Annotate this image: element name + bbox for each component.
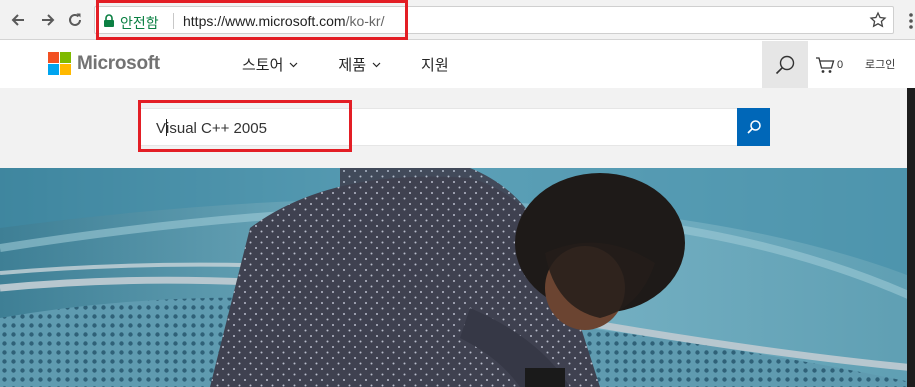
nav-item-support[interactable]: 지원 [421,54,449,75]
menu-icon[interactable] [903,12,915,30]
search-icon [746,120,761,134]
nav-item-label: 스토어 [242,56,284,74]
search-submit-button[interactable] [737,108,770,146]
shopping-cart-icon [816,57,835,73]
page-edge [907,88,915,387]
microsoft-logo[interactable]: Microsoft [48,52,160,75]
cart-count: 0 [837,59,844,71]
search-band: Visual C++ 2005 [0,88,915,168]
address-bar[interactable]: 안전함 https://www.microsoft.com/ko-kr/ [94,6,894,34]
chevron-down-icon [372,62,381,67]
hero-photo [0,168,915,387]
lock-icon [104,14,114,27]
secure-label: 안전함 [120,16,159,32]
chevron-down-icon [289,62,298,67]
nav-item-label: 지원 [421,56,449,74]
microsoft-logo-icon [48,52,71,75]
forward-button[interactable] [36,8,60,32]
nav-item-label: 제품 [338,56,367,74]
header-search-button[interactable] [762,41,808,88]
sign-in-link[interactable]: 로그인 [865,56,895,72]
omnibox-divider [173,13,174,29]
hero-image [0,168,915,387]
bookmark-star-icon[interactable] [869,11,887,29]
nav-item-products[interactable]: 제품 [338,54,381,75]
url-text[interactable]: https://www.microsoft.com/ko-kr/ [183,13,384,29]
search-input[interactable]: Visual C++ 2005 [140,108,738,146]
browser-toolbar: 안전함 https://www.microsoft.com/ko-kr/ [0,0,915,40]
search-text-after-caret: isual C++ 2005 [166,120,267,137]
cart-button[interactable]: 0 [815,56,843,74]
primary-nav: 스토어 제품 지원 [242,54,489,75]
url-path: /ko-kr/ [345,13,385,29]
reload-button[interactable] [63,8,87,32]
brand-wordmark: Microsoft [77,52,160,74]
site-header: Microsoft 스토어 제품 지원 0 로그인 [0,41,915,88]
nav-item-store[interactable]: 스토어 [242,54,298,75]
back-button[interactable] [6,8,30,32]
search-text-before-caret: V [156,120,167,137]
back-arrow-icon [11,14,24,26]
search-icon [775,55,795,74]
url-host: https://www.microsoft.com [183,13,346,29]
forward-arrow-icon [42,14,55,26]
reload-icon [69,13,81,26]
